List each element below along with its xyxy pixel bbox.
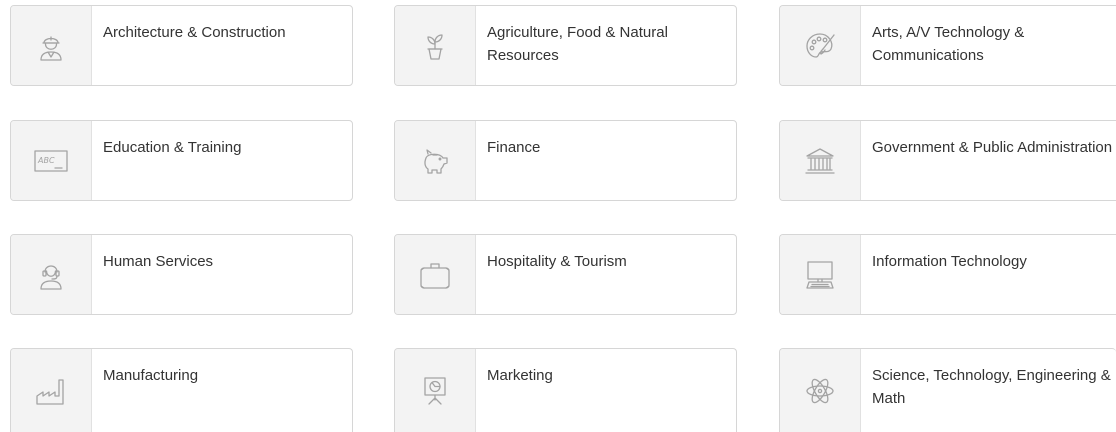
cluster-card-architecture-construction[interactable]: Architecture & Construction bbox=[10, 5, 353, 86]
cluster-label: Marketing bbox=[487, 367, 553, 384]
svg-text:ABC: ABC bbox=[37, 156, 55, 165]
cluster-icon-cell bbox=[11, 235, 92, 314]
cluster-icon-cell bbox=[780, 121, 861, 200]
atom-icon bbox=[806, 378, 834, 403]
cluster-icon-cell bbox=[11, 349, 92, 432]
cluster-label: Arts, A/V Technology & Communications bbox=[872, 24, 1025, 64]
cluster-icon-cell bbox=[780, 6, 861, 85]
cluster-label: Manufacturing bbox=[103, 367, 199, 384]
government-building-icon bbox=[805, 147, 835, 174]
computer-icon bbox=[806, 260, 834, 289]
cluster-card-finance[interactable]: Finance bbox=[394, 120, 737, 201]
cluster-label: Information Technology bbox=[872, 253, 1027, 270]
cluster-card-science-technology-engineering-math[interactable]: Science, Technology, Engineering & Math bbox=[779, 348, 1116, 432]
cluster-card-hospitality-tourism[interactable]: Hospitality & Tourism bbox=[394, 234, 737, 315]
cluster-card-marketing[interactable]: Marketing bbox=[394, 348, 737, 432]
cluster-card-agriculture-food-natural-resources[interactable]: Agriculture, Food & Natural Resources bbox=[394, 5, 737, 86]
suitcase-icon bbox=[420, 262, 450, 289]
factory-icon bbox=[36, 378, 64, 405]
cluster-card-information-technology[interactable]: Information Technology bbox=[779, 234, 1116, 315]
cluster-card-government-public-administration[interactable]: Government & Public Administration bbox=[779, 120, 1116, 201]
cluster-label: Human Services bbox=[103, 253, 214, 270]
cluster-label: Architecture & Construction bbox=[103, 24, 286, 41]
piggy-bank-icon bbox=[424, 148, 448, 174]
construction-worker-icon bbox=[40, 35, 62, 61]
cluster-card-manufacturing[interactable]: Manufacturing bbox=[10, 348, 353, 432]
cluster-icon-cell bbox=[395, 349, 476, 432]
cluster-label: Finance bbox=[487, 139, 541, 156]
presentation-chart-icon bbox=[424, 376, 446, 405]
cluster-icon-cell bbox=[395, 235, 476, 314]
paint-palette-icon bbox=[806, 32, 835, 58]
cluster-label: Science, Technology, Engineering & Math bbox=[872, 367, 1111, 407]
career-cluster-grid: Architecture & Construction Agriculture,… bbox=[10, 5, 1116, 432]
cluster-label: Agriculture, Food & Natural Resources bbox=[487, 24, 668, 64]
cluster-icon-cell bbox=[395, 121, 476, 200]
cluster-label: Hospitality & Tourism bbox=[487, 253, 627, 270]
cluster-icon-cell bbox=[780, 235, 861, 314]
cluster-icon-cell bbox=[395, 6, 476, 85]
cluster-card-arts-av-technology-communications[interactable]: Arts, A/V Technology & Communications bbox=[779, 5, 1116, 86]
cluster-icon-cell: ABC bbox=[11, 121, 92, 200]
cluster-icon-cell bbox=[780, 349, 861, 432]
cluster-icon-cell bbox=[11, 6, 92, 85]
chalkboard-icon: ABC bbox=[34, 149, 68, 172]
cluster-label: Government & Public Administration bbox=[872, 139, 1113, 156]
cluster-card-education-training[interactable]: ABC Education & Training bbox=[10, 120, 353, 201]
headset-person-icon bbox=[40, 264, 62, 290]
plant-pot-icon bbox=[427, 33, 443, 60]
cluster-card-human-services[interactable]: Human Services bbox=[10, 234, 353, 315]
cluster-label: Education & Training bbox=[103, 139, 242, 156]
